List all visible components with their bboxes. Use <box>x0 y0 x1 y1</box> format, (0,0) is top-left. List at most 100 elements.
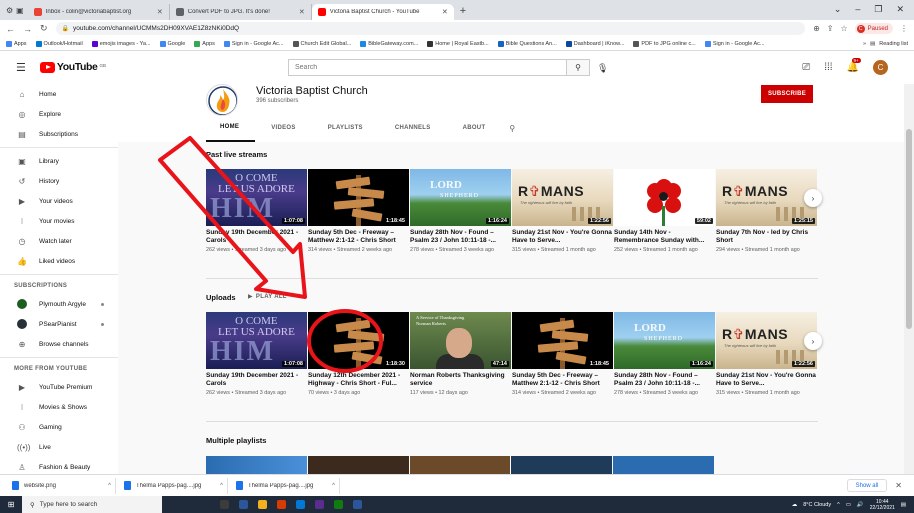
bookmark-item[interactable]: Sign in - Google Ac... <box>704 40 765 47</box>
taskbar-app-icon[interactable] <box>258 500 267 509</box>
bookmark-item[interactable]: Apps <box>6 40 27 47</box>
youtube-logo[interactable]: YouTube GB <box>39 61 106 73</box>
sidebar-item-subscription[interactable]: PSearPianist <box>0 314 118 334</box>
video-card[interactable]: 1:18:45 Sunday 5th Dec - Freeway – Matthe… <box>512 312 613 397</box>
avatar[interactable]: C <box>873 60 888 75</box>
video-thumbnail[interactable]: 1:18:30 <box>308 312 409 369</box>
maximize-icon[interactable]: ❐ <box>874 4 882 15</box>
bookmark-item[interactable]: Church Edit Global... <box>292 40 351 47</box>
taskbar-app-icon[interactable] <box>315 500 324 509</box>
create-video-icon[interactable]: ⎚ <box>802 62 810 73</box>
video-thumbnail[interactable]: LORD SHEPHERD 1:16:24 <box>410 169 511 226</box>
weather-text[interactable]: 8°C Cloudy <box>803 502 831 508</box>
video-title[interactable]: Norman Roberts Thanksgiving service <box>410 372 511 389</box>
video-thumbnail[interactable]: LORD SHEPHERD 1:16:24 <box>614 312 715 369</box>
notifications-icon[interactable]: 🔔 9+ <box>847 58 861 73</box>
video-title[interactable]: Sunday 19th December 2021 - Carols <box>206 229 307 246</box>
sidebar-item-live[interactable]: ((•)) Live <box>0 437 118 457</box>
sidebar-item-subscription[interactable]: Plymouth Argyle <box>0 294 118 314</box>
video-title[interactable]: Sunday 19th December 2021 - Carols <box>206 372 307 389</box>
browser-tab[interactable]: Inbox - colin@victoriabaptist.org ✕ <box>28 4 170 20</box>
taskbar-app-icon[interactable] <box>353 500 362 509</box>
video-title[interactable]: Sunday 28th Nov - Found – Psalm 23 / Joh… <box>614 372 715 389</box>
chevron-up-icon[interactable]: ^ <box>108 483 111 489</box>
video-card[interactable]: LORD SHEPHERD 1:16:24 Sunday 28th Nov - Fou… <box>614 312 715 397</box>
taskbar-app-icon[interactable] <box>239 500 248 509</box>
taskbar-app-icon[interactable] <box>220 500 229 509</box>
video-card[interactable]: R✞MANS The righteous will live by faith 1:… <box>512 169 613 254</box>
chevron-up-icon[interactable]: ^ <box>220 483 223 489</box>
search-button[interactable]: ⚲ <box>566 59 590 76</box>
notifications-center-icon[interactable]: ▤ <box>901 502 906 508</box>
minimize-icon[interactable]: – <box>855 4 860 15</box>
taskbar-app-icon[interactable] <box>296 500 305 509</box>
video-card[interactable]: R✞MANS The righteous will live by faith 1:… <box>716 312 817 397</box>
video-title[interactable]: Sunday 5th Dec - Freeway – Matthew 2:1-1… <box>512 372 613 389</box>
video-thumbnail[interactable]: R✞MANS The righteous will live by faith 1:… <box>716 169 817 226</box>
channel-search-icon[interactable]: ⚲ <box>501 124 515 133</box>
tab-channels[interactable]: CHANNELS <box>379 114 447 142</box>
close-tab-icon[interactable]: ✕ <box>299 8 305 16</box>
video-card[interactable]: 59:02 Sunday 14th Nov - Remembrance Sunda… <box>614 169 715 254</box>
microphone-icon[interactable]: 🎙 <box>597 63 608 74</box>
download-item[interactable]: website.png ^ <box>8 477 116 494</box>
video-thumbnail[interactable]: R✞MANS The righteous will live by faith 1:… <box>716 312 817 369</box>
browser-tab[interactable]: Convert PDF to JPG. It's done! ✕ <box>170 4 312 20</box>
playlist-thumbnail[interactable] <box>613 456 714 474</box>
tab-about[interactable]: ABOUT <box>447 114 502 142</box>
video-title[interactable]: Sunday 21st Nov - You're Gonna Have to S… <box>716 372 817 389</box>
sidebar-item-youtube-premium[interactable]: ▶ YouTube Premium <box>0 377 118 397</box>
tab-search-chevron-icon[interactable]: ⌄ <box>834 4 842 15</box>
reading-list[interactable]: » ▤ Reading list <box>863 41 908 47</box>
taskbar-app-icon[interactable] <box>334 500 343 509</box>
uploads-title[interactable]: Uploads <box>206 293 236 302</box>
bookmark-item[interactable]: emojis images - Ya... <box>91 40 151 47</box>
url-input[interactable]: 🔒 youtube.com/channel/UCMMs2DH09XVAE1Z8z… <box>55 22 806 35</box>
forward-icon[interactable]: → <box>23 24 32 34</box>
playlist-thumbnail[interactable] <box>409 456 511 474</box>
close-download-bar-icon[interactable]: ✕ <box>891 481 906 490</box>
bookmark-item[interactable]: Dashboard | iKnow... <box>565 40 624 47</box>
taskbar-search[interactable]: ⚲ Type here to search <box>22 496 162 513</box>
profile-button[interactable]: C Paused <box>854 23 893 34</box>
gear-icon[interactable]: ⚙ <box>6 6 13 15</box>
install-app-icon[interactable]: ⊕ <box>813 24 820 33</box>
download-item[interactable]: Thelma Papps-pag....jpg ^ <box>232 477 340 494</box>
video-card[interactable]: 1:18:30 Sunday 12th December 2021 - Highw… <box>308 312 409 397</box>
chevron-up-icon[interactable]: ^ <box>332 483 335 489</box>
playlist-thumbnail[interactable] <box>206 456 307 474</box>
sidebar-item-explore[interactable]: ◎ Explore <box>0 104 118 124</box>
video-card[interactable]: 1:18:45 Sunday 5th Dec - Freeway – Matthe… <box>308 169 409 254</box>
bookmark-item[interactable]: Bible Questions An... <box>497 40 557 47</box>
windows-start-icon[interactable]: ⊞ <box>0 496 22 513</box>
subscribe-button[interactable]: SUBSCRIBE <box>761 85 813 103</box>
playlist-thumbnail[interactable] <box>307 456 409 474</box>
bookmark-item[interactable]: Outlook/Hotmail <box>35 40 83 47</box>
taskbar-app-icon[interactable] <box>277 500 286 509</box>
bookmark-item[interactable]: Apps <box>194 40 215 47</box>
video-card[interactable]: O COME LET US ADORE HIM 1:07:08 Sunday 19th … <box>206 169 307 254</box>
video-thumbnail[interactable]: 59:02 <box>614 169 715 226</box>
video-thumbnail[interactable]: A Service of Thanksgiving Norman Roberts 4… <box>410 312 511 369</box>
video-card[interactable]: LORD SHEPHERD 1:16:24 Sunday 28th Nov - Fou… <box>410 169 511 254</box>
video-thumbnail[interactable]: O COME LET US ADORE HIM 1:07:08 <box>206 169 307 226</box>
sidebar-item-subscriptions[interactable]: ▤ Subscriptions <box>0 124 118 144</box>
sidebar-item-movies-shows[interactable]: ⁝ Movies & Shows <box>0 397 118 417</box>
tab-playlists[interactable]: PLAYLISTS <box>312 114 379 142</box>
sidebar-item-gaming[interactable]: ⚇ Gaming <box>0 417 118 437</box>
bookmark-item[interactable]: Google <box>159 40 185 47</box>
sidebar-item-home[interactable]: ⌂ Home <box>0 84 118 104</box>
video-card[interactable]: A Service of Thanksgiving Norman Roberts 4… <box>410 312 511 397</box>
video-title[interactable]: Sunday 7th Nov - led by Chris Short <box>716 229 817 246</box>
close-window-icon[interactable]: ✕ <box>896 4 904 15</box>
reload-icon[interactable]: ↻ <box>40 23 48 34</box>
video-card[interactable]: R✞MANS The righteous will live by faith 1:… <box>716 169 817 254</box>
sidebar-item-history[interactable]: ↺ History <box>0 171 118 191</box>
star-icon[interactable]: ☆ <box>840 24 847 33</box>
sidebar-item-liked-videos[interactable]: 👍 Liked videos <box>0 251 118 271</box>
sidebar-item-subscription[interactable]: ⊕ Browse channels <box>0 334 118 354</box>
share-icon[interactable]: ⇪ <box>827 24 834 33</box>
page-scrollbar[interactable] <box>904 84 914 474</box>
hamburger-menu-icon[interactable]: ☰ <box>16 61 26 74</box>
back-icon[interactable]: ← <box>6 24 15 34</box>
